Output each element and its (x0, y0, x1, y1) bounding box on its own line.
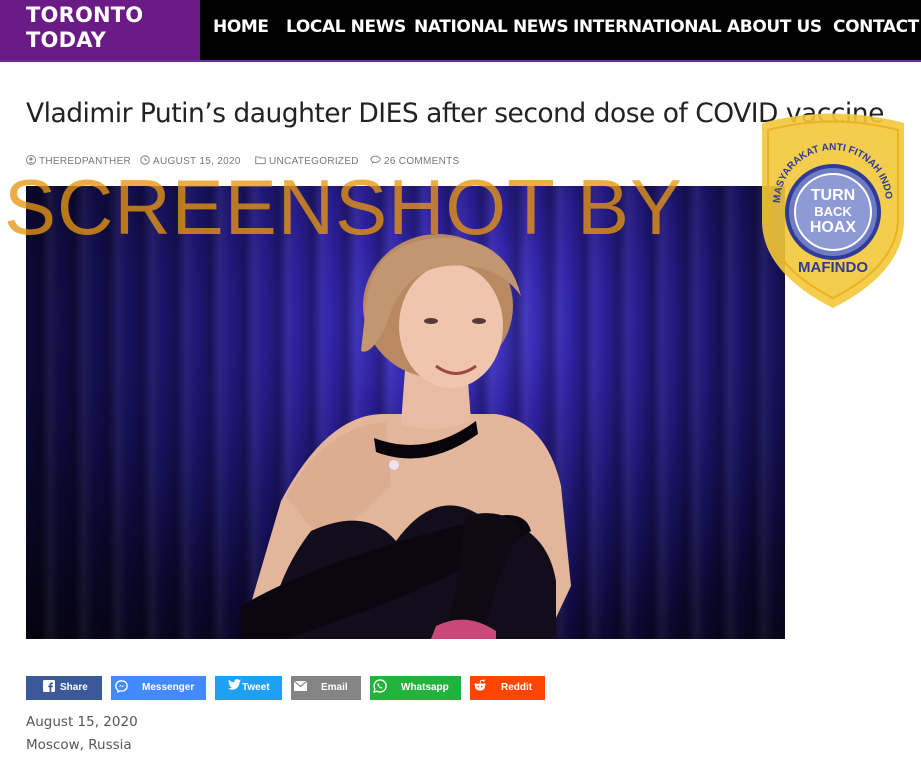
reddit-icon (474, 679, 486, 691)
nav-national-news[interactable]: NATIONAL NEWS (414, 17, 569, 37)
share-email-label: Email (321, 682, 348, 693)
share-twitter-label: Tweet (242, 682, 270, 693)
badge-mafindo: MAFINDO (798, 259, 868, 276)
screenshot-watermark: SCREENSHOT BY (4, 163, 684, 251)
share-email-button[interactable]: Email (291, 676, 361, 700)
article-location: Moscow, Russia (26, 737, 132, 753)
share-whatsapp-label: Whatsapp (401, 682, 449, 693)
messenger-icon (115, 680, 128, 693)
whatsapp-icon (373, 679, 387, 693)
share-messenger-label: Messenger (142, 682, 195, 693)
badge-hoax: HOAX (810, 219, 857, 236)
nav-local-news[interactable]: LOCAL NEWS (286, 17, 406, 37)
site-logo[interactable]: TORONTO TODAY (0, 0, 200, 60)
nav-international[interactable]: INTERNATIONAL (573, 17, 722, 37)
share-whatsapp-button[interactable]: Whatsapp (370, 676, 461, 700)
share-reddit-button[interactable]: Reddit (470, 676, 545, 700)
main-nav: HOME LOCAL NEWS NATIONAL NEWS INTERNATIO… (200, 0, 921, 60)
twitter-icon (228, 679, 241, 690)
logo-line-1: TORONTO (26, 3, 144, 27)
share-reddit-label: Reddit (501, 682, 533, 693)
header-divider (0, 60, 921, 62)
logo-line-2: TODAY (26, 28, 107, 52)
share-messenger-button[interactable]: Messenger (111, 676, 206, 700)
share-twitter-button[interactable]: Tweet (215, 676, 282, 700)
person-figure (241, 234, 571, 639)
email-icon (294, 681, 307, 691)
share-facebook-label: Share (60, 682, 88, 693)
nav-about-us[interactable]: ABOUT US (727, 17, 822, 37)
article-dateline: August 15, 2020 (26, 714, 138, 730)
badge-turn: TURN (811, 187, 855, 204)
mafindo-badge: MASYARAKAT ANTI FITNAH INDONESIA TURN BA… (752, 108, 904, 308)
nav-home[interactable]: HOME (213, 17, 269, 37)
share-facebook-button[interactable]: Share (26, 676, 102, 700)
featured-image (26, 186, 785, 639)
badge-back: BACK (814, 204, 852, 219)
nav-contact[interactable]: CONTACT (833, 17, 919, 37)
facebook-icon (43, 680, 55, 692)
